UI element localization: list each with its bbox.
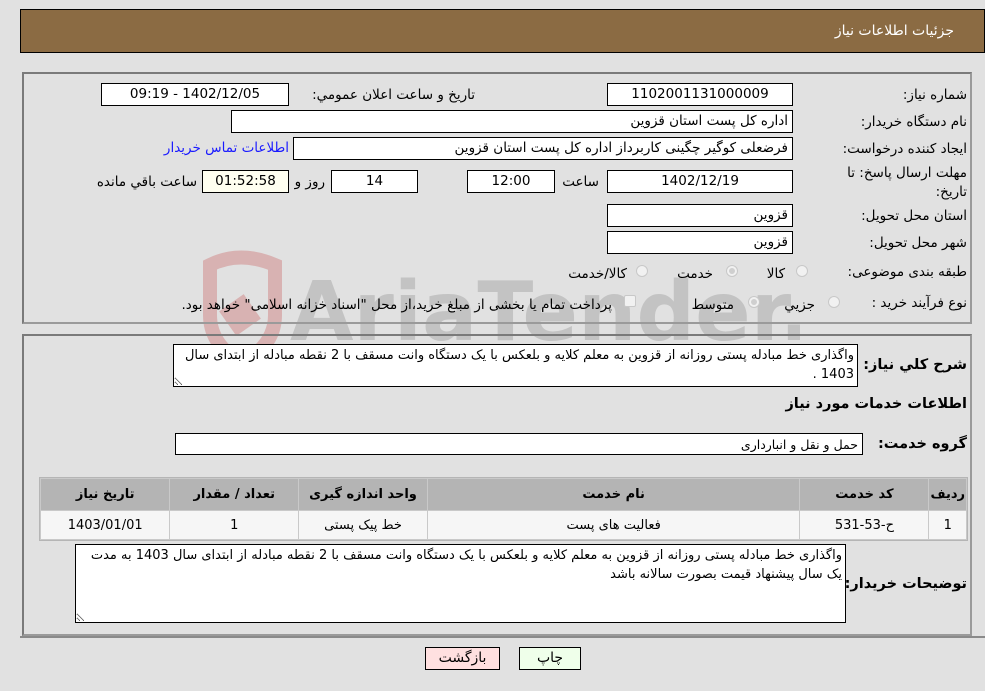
purchase-type-label: نوع فرآیند خرید : bbox=[871, 295, 967, 311]
description-label: شرح کلي نياز: bbox=[863, 357, 967, 373]
footer-divider bbox=[20, 636, 985, 638]
delivery-province-label: استان محل تحویل: bbox=[861, 208, 967, 224]
category-radio-goods[interactable] bbox=[796, 265, 808, 277]
category-option-service: خدمت bbox=[677, 266, 713, 282]
buyer-notes-label: توضیحات خریدار: bbox=[844, 576, 967, 592]
service-group-label: گروه خدمت: bbox=[877, 436, 967, 452]
purchase-option-minor: جزيي bbox=[784, 297, 815, 313]
table-row: 1 ح-53-531 فعالیت های پست خط پیک پستی 1 … bbox=[41, 511, 966, 539]
remaining-days-label: روز و bbox=[294, 174, 325, 190]
delivery-province-field: قزوین bbox=[607, 204, 793, 227]
requester-field: فرضعلی کوگیر چگینی کاربرداز اداره کل پست… bbox=[293, 137, 793, 160]
col-service-name: نام خدمت bbox=[427, 479, 800, 510]
cell-row-number: 1 bbox=[929, 511, 966, 539]
description-textarea[interactable]: واگذاری خط مبادله پستی روزانه از قزوین ب… bbox=[173, 344, 858, 387]
announce-datetime-label: تاریخ و ساعت اعلان عمومي: bbox=[312, 87, 475, 103]
category-radio-service[interactable] bbox=[726, 265, 738, 277]
buyer-contact-link[interactable]: اطلاعات تماس خريدار bbox=[164, 140, 289, 156]
treasury-checkbox[interactable] bbox=[624, 295, 636, 307]
services-table-header: رديف کد خدمت نام خدمت واحد اندازه گیری ت… bbox=[41, 479, 966, 510]
print-button[interactable]: چاپ bbox=[519, 647, 581, 670]
need-number-label: شماره نیاز: bbox=[902, 87, 967, 103]
deadline-time-label: ساعت bbox=[562, 174, 599, 190]
cell-service-code: ح-53-531 bbox=[800, 511, 929, 539]
buyer-notes-textarea[interactable]: واگذاری خط مبادله پستی روزانه از قزوین ب… bbox=[75, 544, 846, 623]
col-quantity: تعداد / مقدار bbox=[170, 479, 299, 510]
cell-need-date: 1403/01/01 bbox=[41, 511, 170, 539]
announce-datetime-field: 1402/12/05 - 09:19 bbox=[101, 83, 289, 106]
col-row-number: رديف bbox=[929, 479, 966, 510]
back-button[interactable]: بازگشت bbox=[425, 647, 500, 670]
remaining-days-field: 14 bbox=[331, 170, 418, 193]
purchase-radio-medium[interactable] bbox=[748, 296, 760, 308]
category-radio-goods-service[interactable] bbox=[636, 265, 648, 277]
delivery-city-field: قزوین bbox=[607, 231, 793, 254]
purchase-radio-minor[interactable] bbox=[828, 296, 840, 308]
services-table: رديف کد خدمت نام خدمت واحد اندازه گیری ت… bbox=[39, 477, 968, 541]
cell-unit: خط پیک پستی bbox=[299, 511, 427, 539]
cell-service-name: فعالیت های پست bbox=[427, 511, 800, 539]
delivery-city-label: شهر محل تحویل: bbox=[869, 235, 967, 251]
treasury-checkbox-label: پرداخت تمام يا بخشی از مبلغ خرید،از محل … bbox=[181, 297, 612, 313]
buyer-org-field: اداره کل پست استان قزوین bbox=[231, 110, 793, 133]
buyer-org-label: نام دستگاه خريدار: bbox=[860, 114, 967, 130]
page-title: جزئیات اطلاعات نیاز bbox=[834, 23, 954, 39]
deadline-time-field: 12:00 bbox=[467, 170, 555, 193]
deadline-label: مهلت ارسال پاسخ: تا تاریخ: bbox=[847, 165, 967, 200]
category-label: طبقه بندی موضوعی: bbox=[847, 264, 967, 280]
remaining-time-field: 01:52:58 bbox=[202, 170, 289, 193]
cell-quantity: 1 bbox=[170, 511, 299, 539]
services-section-title: اطلاعات خدمات مورد نياز bbox=[785, 396, 967, 412]
purchase-option-medium: متوسط bbox=[691, 297, 734, 313]
category-option-goods-service: کالا/خدمت bbox=[568, 266, 627, 282]
page-header: جزئیات اطلاعات نیاز bbox=[20, 9, 985, 53]
col-service-code: کد خدمت bbox=[800, 479, 929, 510]
category-option-goods: کالا bbox=[766, 266, 785, 282]
remaining-time-label: ساعت باقي مانده bbox=[96, 174, 197, 190]
col-need-date: تاريخ نياز bbox=[41, 479, 170, 510]
need-number-field: 1102001131000009 bbox=[607, 83, 793, 106]
deadline-date-field: 1402/12/19 bbox=[607, 170, 793, 193]
service-group-field: حمل و نقل و انبارداری bbox=[175, 433, 863, 455]
col-unit: واحد اندازه گیری bbox=[299, 479, 427, 510]
requester-label: ایجاد کننده درخواست: bbox=[842, 141, 967, 157]
